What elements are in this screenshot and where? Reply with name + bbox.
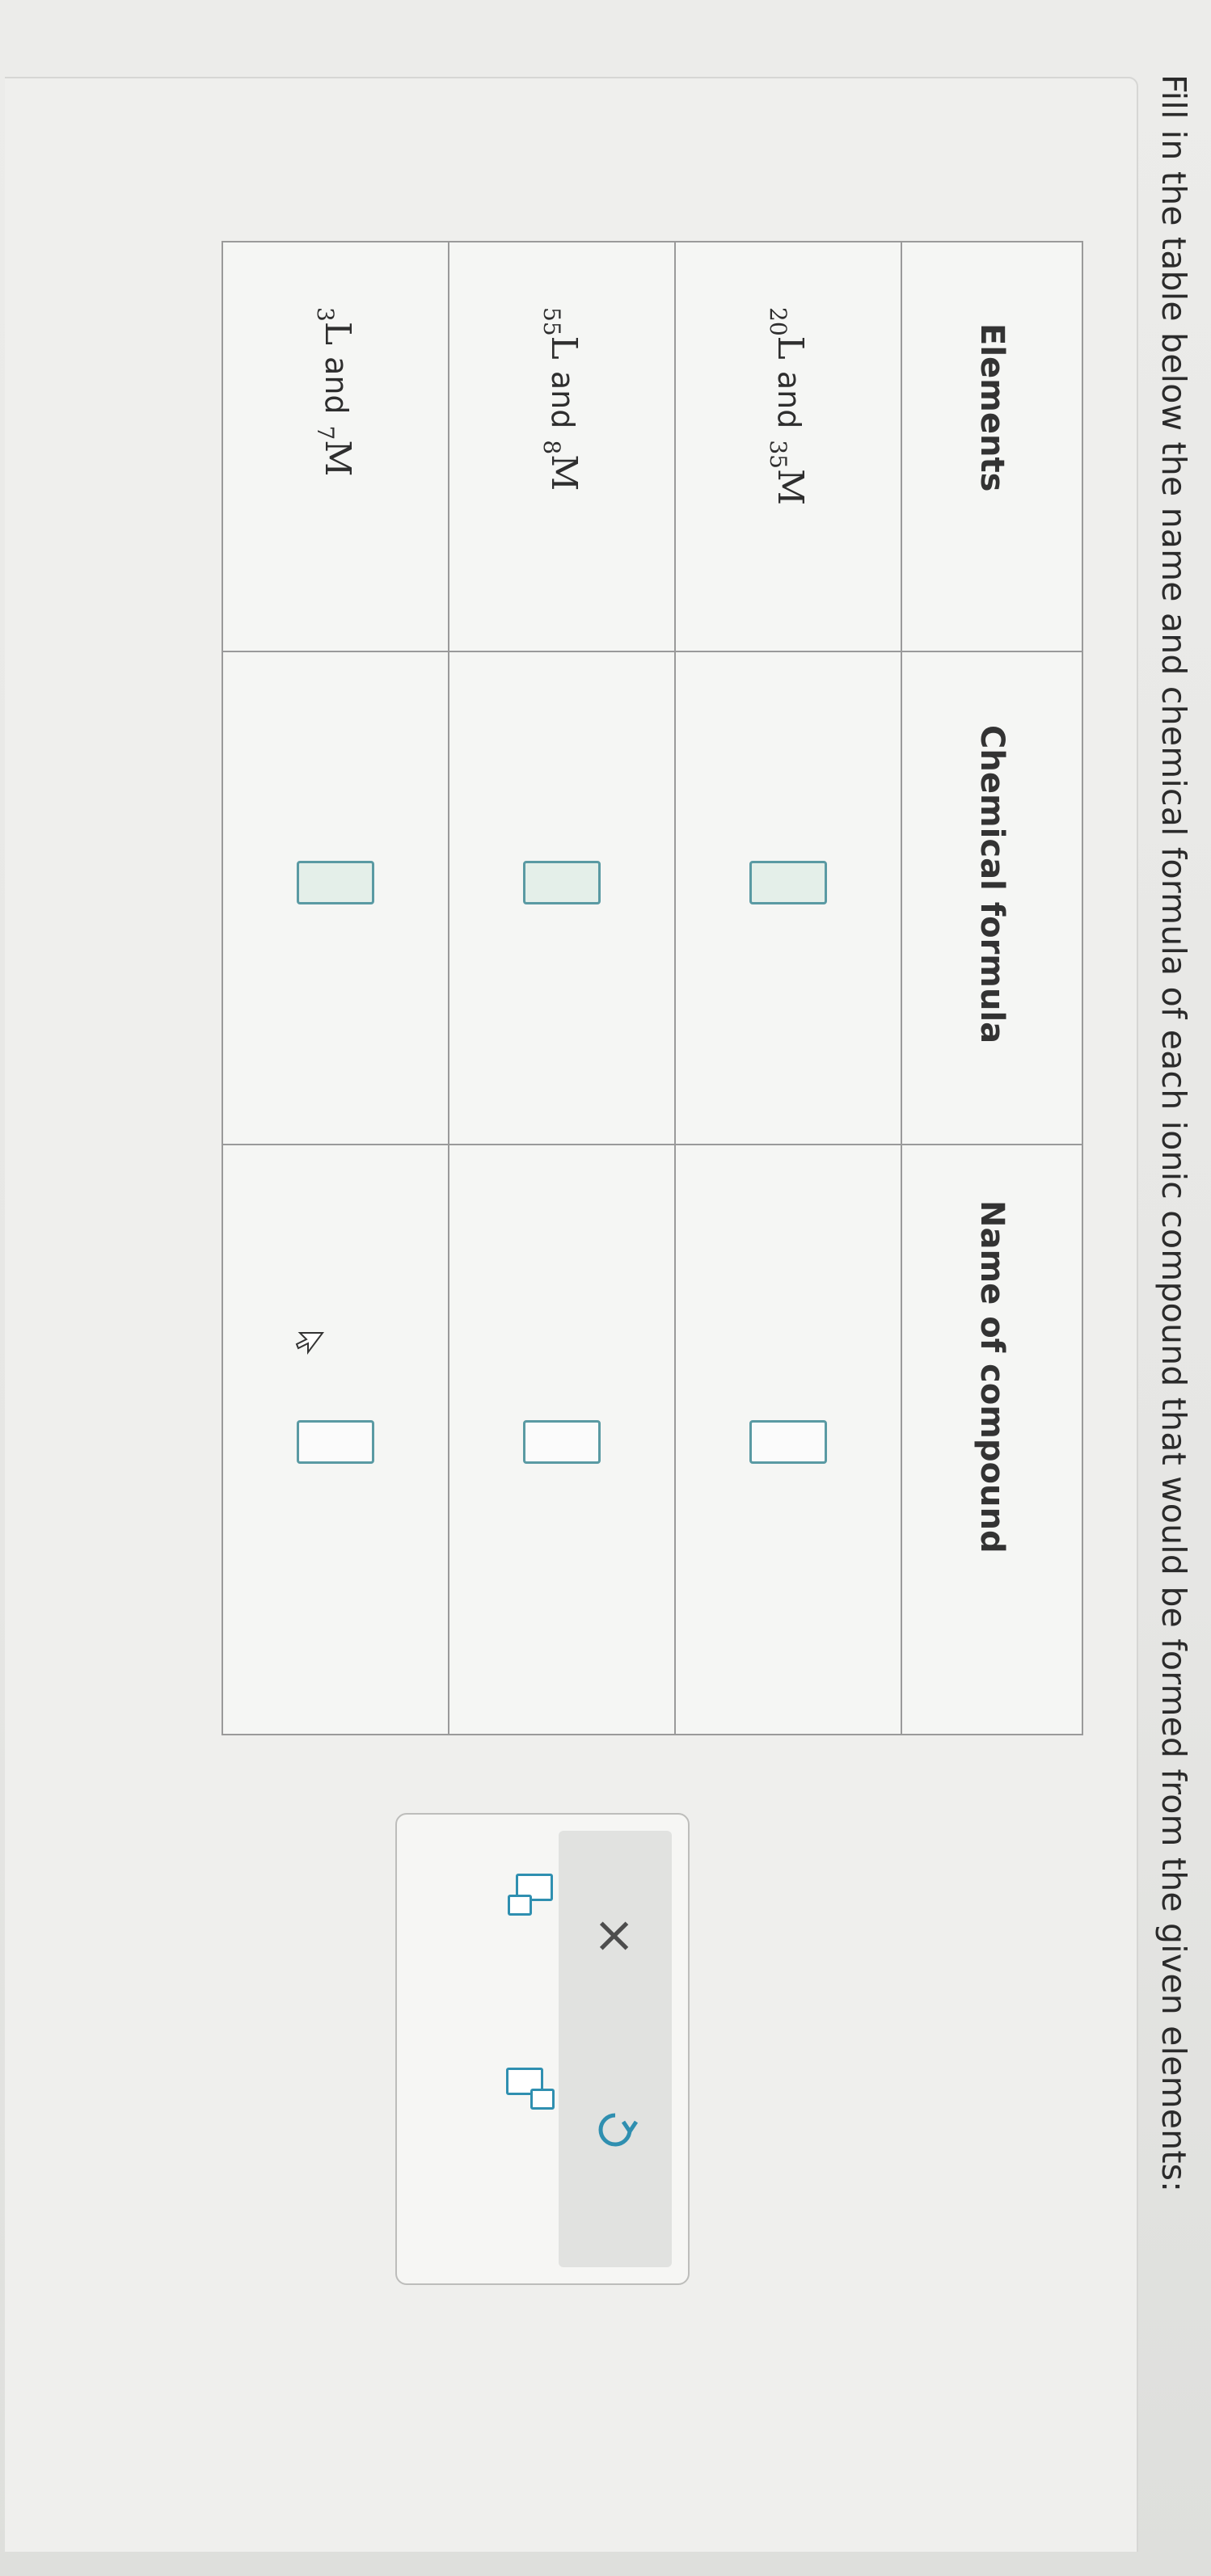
header-elements: Elements: [901, 242, 1082, 651]
l-atomic-number: 55: [538, 307, 566, 336]
and-text: and: [771, 370, 808, 429]
and-text: and: [545, 370, 581, 429]
formula-input[interactable]: [297, 861, 374, 904]
elements-cell: 3L and 7M: [222, 242, 449, 651]
elements-cell: 55L and 8M: [449, 242, 675, 651]
formula-input[interactable]: [749, 861, 827, 904]
screen: Fill in the table below the name and che…: [0, 0, 1211, 2576]
header-row: Elements Chemical formula Name of compou…: [901, 242, 1082, 1735]
m-atomic-number: 8: [538, 440, 566, 455]
m-symbol: M: [317, 440, 359, 477]
name-cell: [675, 1145, 901, 1735]
table-row: 55L and 8M: [449, 242, 675, 1735]
l-symbol: L: [770, 335, 812, 360]
math-toolbar: ×: [395, 1813, 690, 2285]
instructions-text: Fill in the table below the name and che…: [1154, 74, 1193, 2193]
table-row: 20L and 35M: [675, 242, 901, 1735]
subscript-icon[interactable]: [506, 1867, 555, 1916]
m-symbol: M: [770, 469, 812, 506]
name-input[interactable]: [523, 1420, 601, 1464]
name-cell: [222, 1145, 449, 1735]
header-name-of-compound: Name of compound: [901, 1145, 1082, 1735]
l-atomic-number: 3: [312, 307, 340, 322]
m-atomic-number: 7: [312, 425, 340, 441]
table-row: 3L and 7M: [222, 242, 449, 1735]
clear-icon[interactable]: ×: [583, 1904, 648, 1968]
name-input[interactable]: [297, 1420, 374, 1464]
formula-input[interactable]: [523, 861, 601, 904]
action-bar: ×: [559, 1831, 672, 2267]
superscript-icon[interactable]: [506, 2061, 555, 2110]
m-symbol: M: [543, 454, 585, 491]
l-symbol: L: [543, 335, 585, 360]
undo-icon[interactable]: [583, 2097, 648, 2162]
header-chemical-formula: Chemical formula: [901, 651, 1082, 1145]
m-atomic-number: 35: [765, 440, 792, 469]
formula-cell: [449, 651, 675, 1145]
mouse-pointer-icon: [293, 1330, 326, 1362]
elements-cell: 20L and 35M: [675, 242, 901, 651]
name-cell: [449, 1145, 675, 1735]
l-symbol: L: [317, 321, 359, 346]
formula-cell: [222, 651, 449, 1145]
formula-cell: [675, 651, 901, 1145]
name-input[interactable]: [749, 1420, 827, 1464]
l-atomic-number: 20: [765, 307, 792, 336]
answer-table: Elements Chemical formula Name of compou…: [222, 241, 1083, 1735]
and-text: and: [319, 356, 355, 415]
